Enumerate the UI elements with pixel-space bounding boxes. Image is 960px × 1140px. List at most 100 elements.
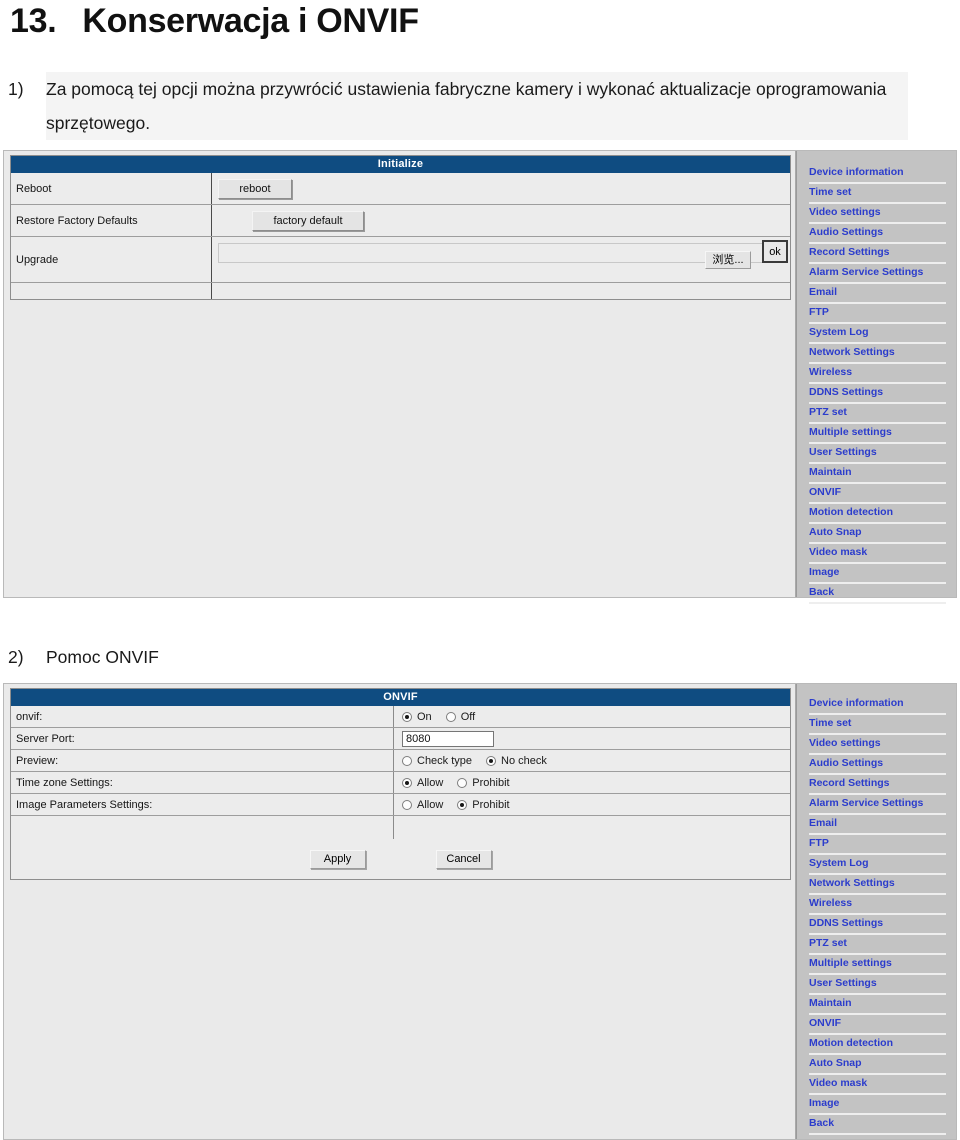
nav-item-email[interactable]: Email	[809, 816, 946, 835]
list-item-1: 1) Za pomocą tej opcji można przywrócić …	[8, 72, 908, 140]
row-label-time-zone-settings: Time zone Settings:	[11, 772, 394, 793]
nav-item-maintain[interactable]: Maintain	[809, 465, 946, 484]
nav-item-motion-detection[interactable]: Motion detection	[809, 505, 946, 524]
upgrade-file-input[interactable]: 浏览...	[218, 243, 786, 269]
list-item-2: 2) Pomoc ONVIF	[8, 640, 908, 674]
row-value-time-zone-settings: Allow Prohibit	[394, 772, 790, 793]
time-zone-radio-prohibit[interactable]: Prohibit	[457, 777, 510, 789]
section-number: 13.	[10, 2, 57, 40]
list-item-1-marker: 1)	[8, 79, 24, 99]
cancel-button[interactable]: Cancel	[435, 849, 492, 869]
nav-item-network-settings[interactable]: Network Settings	[809, 345, 946, 364]
initialize-form: Initialize Reboot reboot Restore Factory…	[10, 155, 791, 300]
initialize-content-column: Initialize Reboot reboot Restore Factory…	[4, 151, 796, 597]
nav-item-onvif[interactable]: ONVIF	[809, 485, 946, 504]
initialize-titlebar: Initialize	[11, 156, 790, 173]
nav-item-network-settings[interactable]: Network Settings	[809, 876, 946, 895]
list-item-1-text: Za pomocą tej opcji można przywrócić ust…	[46, 72, 908, 140]
nav-item-video-mask[interactable]: Video mask	[809, 545, 946, 564]
nav-item-wireless[interactable]: Wireless	[809, 896, 946, 915]
table-row-image-parameters-settings: Image Parameters Settings: Allow Prohibi…	[11, 794, 790, 816]
row-value-restore-factory-defaults: factory default	[212, 205, 790, 236]
preview-radio-group: Check type No check	[402, 755, 561, 767]
screenshot-initialize-page: Initialize Reboot reboot Restore Factory…	[3, 150, 957, 604]
image-params-radio-allow-label: Allow	[417, 798, 444, 811]
browse-button[interactable]: 浏览...	[705, 251, 751, 269]
nav-item-audio-settings[interactable]: Audio Settings	[809, 225, 946, 244]
table-row-time-zone-settings: Time zone Settings: Allow Prohibit	[11, 772, 790, 794]
nav-item-system-log[interactable]: System Log	[809, 325, 946, 344]
nav-item-email[interactable]: Email	[809, 285, 946, 304]
list-item-2-marker: 2)	[8, 647, 24, 667]
nav-item-image[interactable]: Image	[809, 565, 946, 584]
image-params-radio-allow[interactable]: Allow	[402, 799, 443, 811]
nav-item-device-information[interactable]: Device information	[809, 165, 946, 184]
screenshot-onvif-page: ONVIF onvif: On Off Server Port: 8080 Pr…	[3, 683, 957, 1140]
server-port-input[interactable]: 8080	[402, 730, 494, 747]
nav-item-multiple-settings[interactable]: Multiple settings	[809, 956, 946, 975]
nav-item-image[interactable]: Image	[809, 1096, 946, 1115]
nav-item-time-set[interactable]: Time set	[809, 716, 946, 735]
onvif-radio-group: On Off	[402, 711, 489, 723]
nav-item-ftp[interactable]: FTP	[809, 305, 946, 324]
nav-item-maintain[interactable]: Maintain	[809, 996, 946, 1015]
row-label-restore-factory-defaults: Restore Factory Defaults	[11, 205, 212, 236]
nav-item-user-settings[interactable]: User Settings	[809, 445, 946, 464]
ok-button[interactable]: ok	[762, 240, 788, 263]
image-params-radio-prohibit[interactable]: Prohibit	[457, 799, 510, 811]
nav-item-alarm-service-settings[interactable]: Alarm Service Settings	[809, 265, 946, 284]
nav-item-auto-snap[interactable]: Auto Snap	[809, 1056, 946, 1075]
onvif-radio-on[interactable]: On	[402, 711, 432, 723]
radio-unselected-icon	[445, 711, 456, 722]
nav-item-video-settings[interactable]: Video settings	[809, 205, 946, 224]
onvif-rows: onvif: On Off Server Port: 8080 Preview:…	[11, 706, 790, 839]
factory-default-button[interactable]: factory default	[252, 210, 364, 231]
side-navigation-menu-2: Device information Time set Video settin…	[796, 684, 956, 1139]
nav-item-auto-snap[interactable]: Auto Snap	[809, 525, 946, 544]
table-row-restore-factory-defaults: Restore Factory Defaults factory default	[11, 205, 790, 237]
table-row-upgrade: Upgrade 浏览... ok	[11, 237, 790, 283]
apply-button[interactable]: Apply	[309, 849, 366, 869]
nav-item-ddns-settings[interactable]: DDNS Settings	[809, 916, 946, 935]
nav-item-back[interactable]: Back	[809, 585, 946, 604]
nav-item-ptz-set[interactable]: PTZ set	[809, 405, 946, 424]
nav-item-time-set[interactable]: Time set	[809, 185, 946, 204]
nav-item-wireless[interactable]: Wireless	[809, 365, 946, 384]
nav-item-device-information[interactable]: Device information	[809, 696, 946, 715]
onvif-content-column: ONVIF onvif: On Off Server Port: 8080 Pr…	[4, 684, 796, 1139]
nav-item-multiple-settings[interactable]: Multiple settings	[809, 425, 946, 444]
nav-item-record-settings[interactable]: Record Settings	[809, 245, 946, 264]
row-value-onvif: On Off	[394, 706, 790, 727]
nav-item-ftp[interactable]: FTP	[809, 836, 946, 855]
time-zone-radio-allow[interactable]: Allow	[402, 777, 443, 789]
page-title: 13. Konserwacja i ONVIF	[10, 2, 419, 41]
preview-radio-check-type[interactable]: Check type	[402, 755, 472, 767]
nav-item-user-settings[interactable]: User Settings	[809, 976, 946, 995]
radio-selected-icon	[402, 777, 412, 788]
radio-unselected-icon	[402, 755, 412, 766]
nav-item-alarm-service-settings[interactable]: Alarm Service Settings	[809, 796, 946, 815]
nav-item-system-log[interactable]: System Log	[809, 856, 946, 875]
nav-item-back[interactable]: Back	[809, 1116, 946, 1135]
row-label-upgrade: Upgrade	[11, 237, 212, 282]
row-value-preview: Check type No check	[394, 750, 790, 771]
nav-item-motion-detection[interactable]: Motion detection	[809, 1036, 946, 1055]
onvif-action-bar: Apply Cancel	[11, 839, 790, 879]
onvif-form: ONVIF onvif: On Off Server Port: 8080 Pr…	[10, 688, 791, 880]
row-label-onvif: onvif:	[11, 706, 394, 727]
onvif-titlebar: ONVIF	[11, 689, 790, 706]
row-label-server-port: Server Port:	[11, 728, 394, 749]
nav-item-video-mask[interactable]: Video mask	[809, 1076, 946, 1095]
onvif-radio-off[interactable]: Off	[445, 711, 475, 723]
preview-radio-no-check-label: No check	[501, 754, 547, 767]
preview-radio-no-check[interactable]: No check	[486, 755, 547, 767]
reboot-button[interactable]: reboot	[218, 178, 292, 199]
nav-item-ddns-settings[interactable]: DDNS Settings	[809, 385, 946, 404]
nav-item-record-settings[interactable]: Record Settings	[809, 776, 946, 795]
row-label-spacer	[11, 283, 212, 299]
nav-item-audio-settings[interactable]: Audio Settings	[809, 756, 946, 775]
row-value-server-port: 8080	[394, 728, 790, 749]
nav-item-video-settings[interactable]: Video settings	[809, 736, 946, 755]
nav-item-ptz-set[interactable]: PTZ set	[809, 936, 946, 955]
nav-item-onvif[interactable]: ONVIF	[809, 1016, 946, 1035]
